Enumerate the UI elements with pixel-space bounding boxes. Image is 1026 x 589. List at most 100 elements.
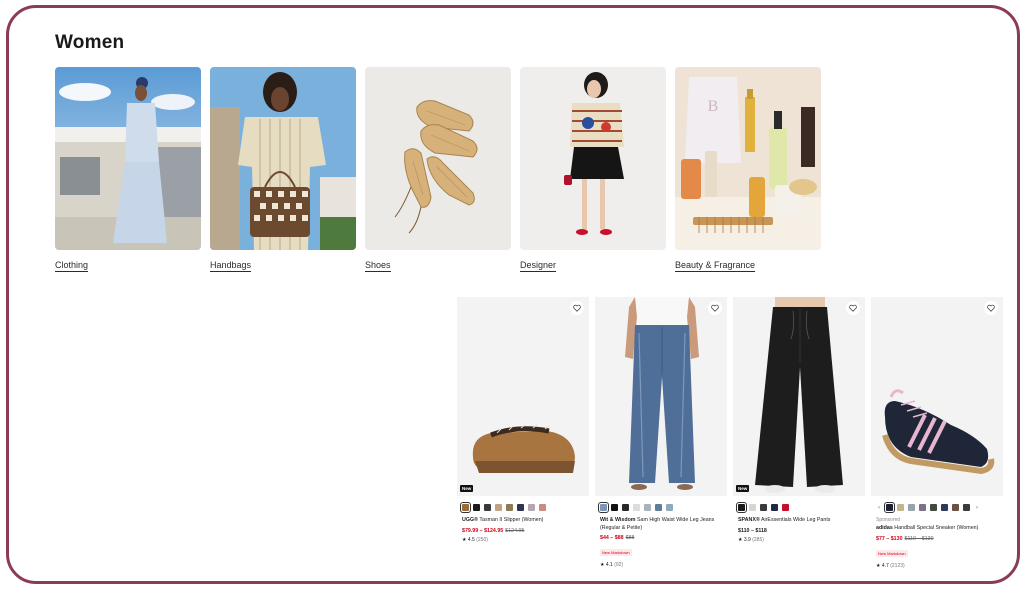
color-swatch[interactable] [528, 504, 535, 511]
category-designer[interactable]: Designer [520, 67, 666, 273]
color-swatch[interactable] [736, 502, 747, 513]
product-image[interactable] [871, 297, 1003, 496]
product-image[interactable]: New [457, 297, 589, 496]
product-card[interactable]: ‹ › Sponsored adidas Handball Special Sn… [871, 297, 1003, 569]
rating-value: 3.9 [743, 536, 751, 543]
heart-icon[interactable] [708, 301, 722, 315]
markdown-badge: New Markdown [876, 549, 908, 557]
review-count: (285) [752, 536, 764, 543]
category-row: Clothing Handbags Shoes Designer B Beaut… [55, 67, 821, 273]
color-swatch[interactable] [633, 504, 640, 511]
product-price: $44 – $88 $88 [595, 532, 727, 541]
product-rating: ★ 4.5 (250) [457, 534, 589, 543]
color-swatch[interactable] [644, 504, 651, 511]
color-swatch[interactable] [908, 504, 915, 511]
sneaker-photo [871, 297, 1003, 496]
product-rating: ★ 4.7 (2123) [871, 560, 1003, 569]
chevron-right-icon[interactable]: › [974, 505, 980, 511]
product-price: $110 – $118 [733, 525, 865, 534]
handbags-photo [210, 67, 356, 250]
product-card[interactable]: New SPANX® AirEssentials Wide Leg Pants … [733, 297, 865, 567]
rating-value: 4.1 [605, 562, 613, 569]
product-card[interactable]: New UGG® Tasman II Slipper (Women) $79.9… [457, 297, 589, 567]
new-badge: New [736, 485, 750, 492]
color-swatch[interactable] [897, 504, 904, 511]
color-swatch[interactable] [539, 504, 546, 511]
product-carousel: New UGG® Tasman II Slipper (Women) $79.9… [457, 297, 1003, 569]
category-image-clothing[interactable] [55, 67, 201, 250]
original-price: $88 [625, 535, 635, 542]
heart-icon[interactable] [570, 301, 584, 315]
review-count: (2123) [890, 562, 905, 569]
color-swatch[interactable] [611, 504, 618, 511]
heart-icon[interactable] [846, 301, 860, 315]
star-icon: ★ [600, 562, 605, 569]
color-swatch[interactable] [771, 504, 778, 511]
markdown-badge: New Markdown [600, 549, 632, 557]
category-image-beauty[interactable]: B [675, 67, 821, 250]
color-swatch[interactable] [473, 504, 480, 511]
product-name[interactable]: adidas Handball Special Sneaker (Women) [871, 523, 1003, 533]
color-swatches [733, 496, 865, 513]
color-swatch[interactable] [952, 504, 959, 511]
color-swatch[interactable] [760, 504, 767, 511]
product-card[interactable]: Wit & Wisdom Sam High Waist Wide Leg Jea… [595, 297, 727, 568]
category-handbags[interactable]: Handbags [210, 67, 356, 273]
color-swatch[interactable] [930, 504, 937, 511]
new-badge: New [460, 485, 474, 492]
sale-price: $79.99 – $124.95 [462, 527, 504, 534]
color-swatches: ‹ › [871, 496, 1003, 513]
color-swatch[interactable] [749, 504, 756, 511]
category-shoes[interactable]: Shoes [365, 67, 511, 273]
color-swatch[interactable] [517, 504, 524, 511]
jeans-photo [595, 297, 727, 496]
color-swatch[interactable] [782, 504, 789, 511]
color-swatches [457, 496, 589, 513]
color-swatch[interactable] [963, 504, 970, 511]
color-swatch[interactable] [495, 504, 502, 511]
color-swatch[interactable] [598, 502, 609, 513]
color-swatch[interactable] [484, 504, 491, 511]
category-image-shoes[interactable] [365, 67, 511, 250]
category-image-handbags[interactable] [210, 67, 356, 250]
category-beauty-fragrance[interactable]: B Beauty & Fragrance [675, 67, 821, 273]
product-name[interactable]: UGG® Tasman II Slipper (Women) [457, 513, 589, 525]
category-label-shoes[interactable]: Shoes [365, 260, 391, 272]
color-swatch[interactable] [622, 504, 629, 511]
product-image[interactable] [595, 297, 727, 496]
product-brand: Wit & Wisdom [600, 517, 636, 523]
color-swatch[interactable] [666, 504, 673, 511]
chevron-left-icon[interactable]: ‹ [876, 505, 882, 511]
regular-price: $110 – $118 [738, 527, 767, 534]
product-rating: ★ 4.1 (92) [595, 559, 727, 568]
color-swatch[interactable] [460, 502, 471, 513]
color-swatches [595, 496, 727, 513]
product-image[interactable]: New [733, 297, 865, 496]
product-brand: adidas [876, 525, 893, 531]
color-swatch[interactable] [919, 504, 926, 511]
category-label-beauty-fragrance[interactable]: Beauty & Fragrance [675, 260, 756, 272]
category-label-handbags[interactable]: Handbags [210, 260, 252, 272]
designer-photo [520, 67, 666, 250]
color-swatch[interactable] [941, 504, 948, 511]
product-name[interactable]: Wit & Wisdom Sam High Waist Wide Leg Jea… [595, 513, 727, 532]
star-icon: ★ [462, 536, 467, 543]
color-swatch[interactable] [506, 504, 513, 511]
color-swatch[interactable] [655, 504, 662, 511]
clothing-photo [55, 67, 201, 250]
category-image-designer[interactable] [520, 67, 666, 250]
category-label-designer[interactable]: Designer [520, 260, 557, 272]
sale-price: $44 – $88 [600, 535, 624, 542]
category-clothing[interactable]: Clothing [55, 67, 201, 273]
category-label-clothing[interactable]: Clothing [55, 260, 89, 272]
color-swatch[interactable] [884, 502, 895, 513]
sale-price: $77 – $130 [876, 535, 903, 542]
svg-text:B: B [708, 98, 719, 115]
sponsored-label: Sponsored [876, 517, 901, 523]
heart-icon[interactable] [984, 301, 998, 315]
product-price: $77 – $130 $110 – $130 [871, 533, 1003, 542]
product-title: Handball Special Sneaker (Women) [894, 525, 979, 531]
product-name[interactable]: SPANX® AirEssentials Wide Leg Pants [733, 513, 865, 525]
pants-photo [733, 297, 865, 496]
original-price: $124.95 [505, 527, 525, 534]
